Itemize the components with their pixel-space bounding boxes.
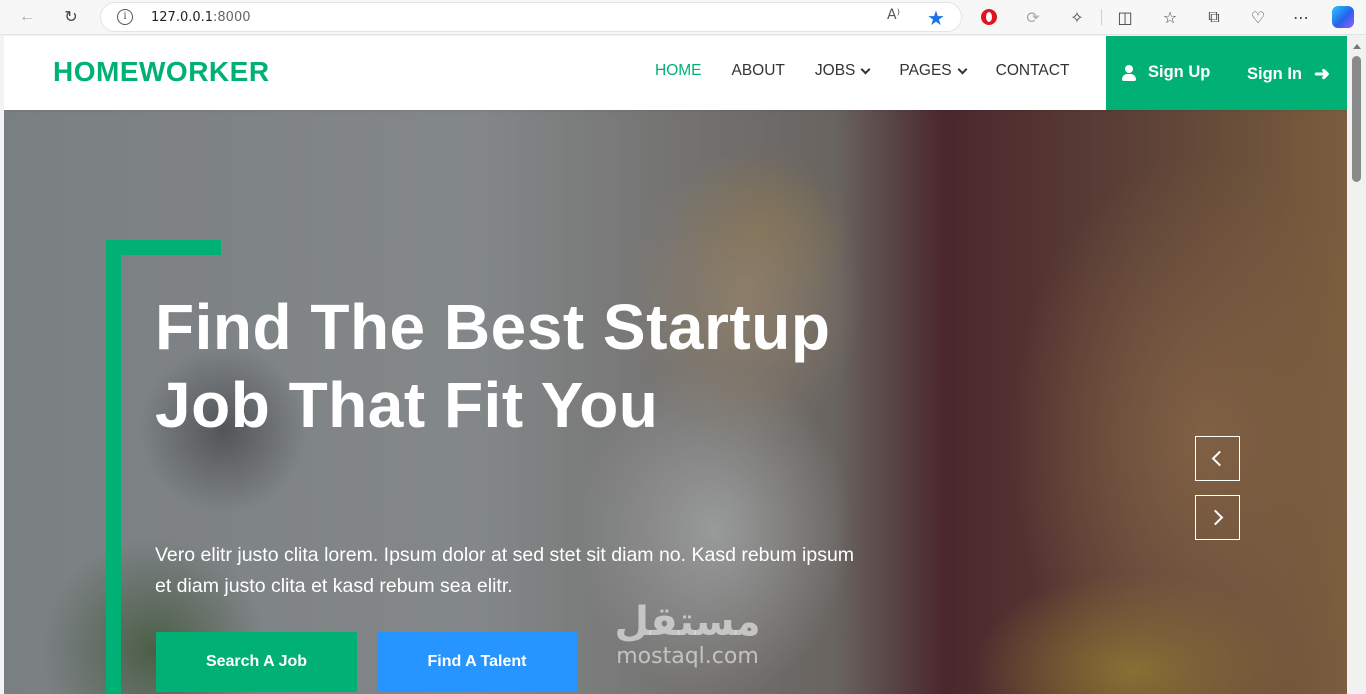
auth-panel: Sign Up Sign In ➜ [1106, 36, 1347, 110]
main-menu: HOME ABOUT JOBS PAGES CONTACT [655, 62, 1069, 80]
brand-logo[interactable]: HOMEWORKER [53, 56, 270, 88]
scroll-up-icon[interactable] [1353, 44, 1361, 49]
split-screen-icon[interactable]: ◫ [1112, 5, 1138, 29]
watermark: مستقل mostaql.com [614, 599, 761, 669]
nav-about[interactable]: ABOUT [732, 62, 785, 80]
hero-subtext: Vero elitr justo clita lorem. Ipsum dolo… [155, 544, 855, 597]
read-aloud-icon[interactable]: A⁾ [887, 7, 900, 23]
hero-headline: Find The Best Startup Job That Fit You [155, 291, 831, 441]
scrollbar-thumb[interactable] [1352, 56, 1361, 182]
accent-bar [106, 240, 121, 694]
carousel-next-button[interactable] [1195, 495, 1240, 540]
search-job-button[interactable]: Search A Job [156, 632, 357, 692]
page: HOMEWORKER HOME ABOUT JOBS PAGES CONTACT… [4, 36, 1347, 694]
chevron-down-icon [957, 64, 968, 74]
more-icon[interactable]: ⋯ [1288, 5, 1314, 29]
site-navbar: HOMEWORKER HOME ABOUT JOBS PAGES CONTACT… [4, 36, 1347, 110]
nav-contact[interactable]: CONTACT [996, 62, 1070, 80]
sign-in-button[interactable]: Sign In ➜ [1247, 63, 1330, 86]
copilot-icon[interactable] [1330, 5, 1356, 29]
sign-up-button[interactable]: Sign Up [1122, 63, 1210, 82]
opera-extension-icon[interactable] [976, 5, 1002, 29]
chevron-down-icon [860, 64, 871, 74]
favorites-icon[interactable]: ☆ [1157, 5, 1183, 29]
arrow-right-icon: ➜ [1314, 64, 1330, 85]
chevron-right-icon [1207, 509, 1224, 526]
extensions-icon[interactable]: ✧ [1064, 5, 1090, 29]
nav-jobs[interactable]: JOBS [815, 62, 871, 80]
sync-icon[interactable]: ⟳ [1020, 5, 1046, 29]
refresh-icon[interactable]: ↻ [58, 5, 84, 29]
carousel-prev-button[interactable] [1195, 436, 1240, 481]
collections-icon[interactable]: ⧉ [1201, 5, 1227, 29]
url-text[interactable]: 127.0.0.1:8000 [151, 10, 251, 25]
hero-carousel: Find The Best Startup Job That Fit You V… [4, 110, 1347, 694]
nav-pages[interactable]: PAGES [899, 62, 968, 80]
address-bar[interactable]: i 127.0.0.1:8000 A⁾ ★ [100, 2, 962, 32]
performance-icon[interactable]: ♡ [1245, 5, 1271, 29]
back-icon[interactable]: ← [14, 5, 40, 29]
user-icon [1122, 64, 1136, 81]
favorite-star-icon[interactable]: ★ [927, 6, 945, 31]
chevron-left-icon [1211, 450, 1228, 467]
find-talent-button[interactable]: Find A Talent [377, 632, 577, 692]
page-scrollbar[interactable] [1348, 36, 1366, 694]
nav-home[interactable]: HOME [655, 62, 702, 80]
accent-bar [106, 240, 221, 255]
browser-toolbar: ← ↻ i 127.0.0.1:8000 A⁾ ★ ⟳ ✧ ◫ ☆ ⧉ ♡ ⋯ [0, 0, 1366, 35]
info-icon[interactable]: i [117, 9, 133, 25]
